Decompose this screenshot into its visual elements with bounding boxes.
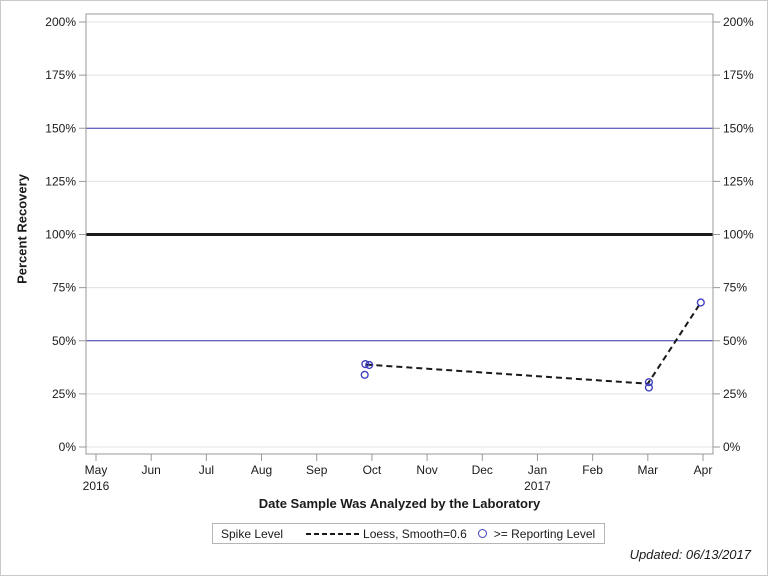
- x-tick-label: Mar: [637, 463, 658, 477]
- chart-canvas: 0% 0% 25% 25% 50% 50% 75% 75% 100% 100% 125% 125% 15…: [45, 13, 754, 493]
- y-tick-label-left: 125%: [45, 174, 76, 188]
- x-tick-label: Sep: [306, 463, 328, 477]
- percent-recovery-chart: 0% 0% 25% 25% 50% 50% 75% 75% 100% 100% 125% 125% 15…: [0, 0, 768, 576]
- y-tick-label-right: 75%: [723, 281, 747, 295]
- y-tick-label-right: 200%: [723, 15, 754, 29]
- marker-point: [696, 298, 705, 307]
- legend-label-marker: >= Reporting Level: [493, 526, 596, 541]
- x-tick-year: 2017: [524, 479, 551, 493]
- reporting-level-marker-icon: [477, 529, 487, 538]
- y-tick-label-left: 25%: [52, 387, 76, 401]
- y-tick-label-right: 100%: [723, 228, 754, 242]
- loess-dashed-line-icon: [306, 532, 360, 535]
- y-tick-label-left: 75%: [52, 281, 76, 295]
- x-tick-year: 2016: [83, 479, 110, 493]
- y-tick-label-right: 0%: [723, 440, 741, 454]
- y-tick-label-left: 50%: [52, 334, 76, 348]
- y-tick-label-left: 200%: [45, 15, 76, 29]
- legend: Spike Level Loess, Smooth=0.6 >= Reporti…: [212, 523, 606, 544]
- x-tick-label: Nov: [416, 463, 437, 477]
- loess-line: [366, 301, 702, 385]
- y-tick-label-right: 125%: [723, 174, 754, 188]
- y-tick-label-left: 0%: [59, 440, 77, 454]
- x-tick-label: Feb: [582, 463, 603, 477]
- x-tick-label: Jan: [528, 463, 547, 477]
- y-tick-label-left: 100%: [45, 228, 76, 242]
- y-tick-label-right: 150%: [723, 121, 754, 135]
- marker-point: [360, 370, 369, 379]
- x-tick-label: Jul: [199, 463, 214, 477]
- legend-title: Spike Level: [221, 526, 284, 541]
- x-tick-label: Jun: [142, 463, 161, 477]
- x-tick-label: Aug: [251, 463, 272, 477]
- x-tick-label: Dec: [472, 463, 493, 477]
- updated-footnote: Updated: 06/13/2017: [629, 547, 751, 562]
- y-axis-title: Percent Recovery: [14, 174, 30, 284]
- y-tick-label-left: 150%: [45, 121, 76, 135]
- y-tick-label-right: 25%: [723, 387, 747, 401]
- x-tick-label: Oct: [363, 463, 382, 477]
- x-tick-label: Apr: [694, 463, 713, 477]
- y-tick-label-right: 175%: [723, 68, 754, 82]
- legend-label-loess: Loess, Smooth=0.6: [363, 526, 467, 541]
- x-tick-label: May: [85, 463, 108, 477]
- y-tick-label-right: 50%: [723, 334, 747, 348]
- x-axis-title: Date Sample Was Analyzed by the Laborato…: [258, 496, 541, 511]
- y-tick-label-left: 175%: [45, 68, 76, 82]
